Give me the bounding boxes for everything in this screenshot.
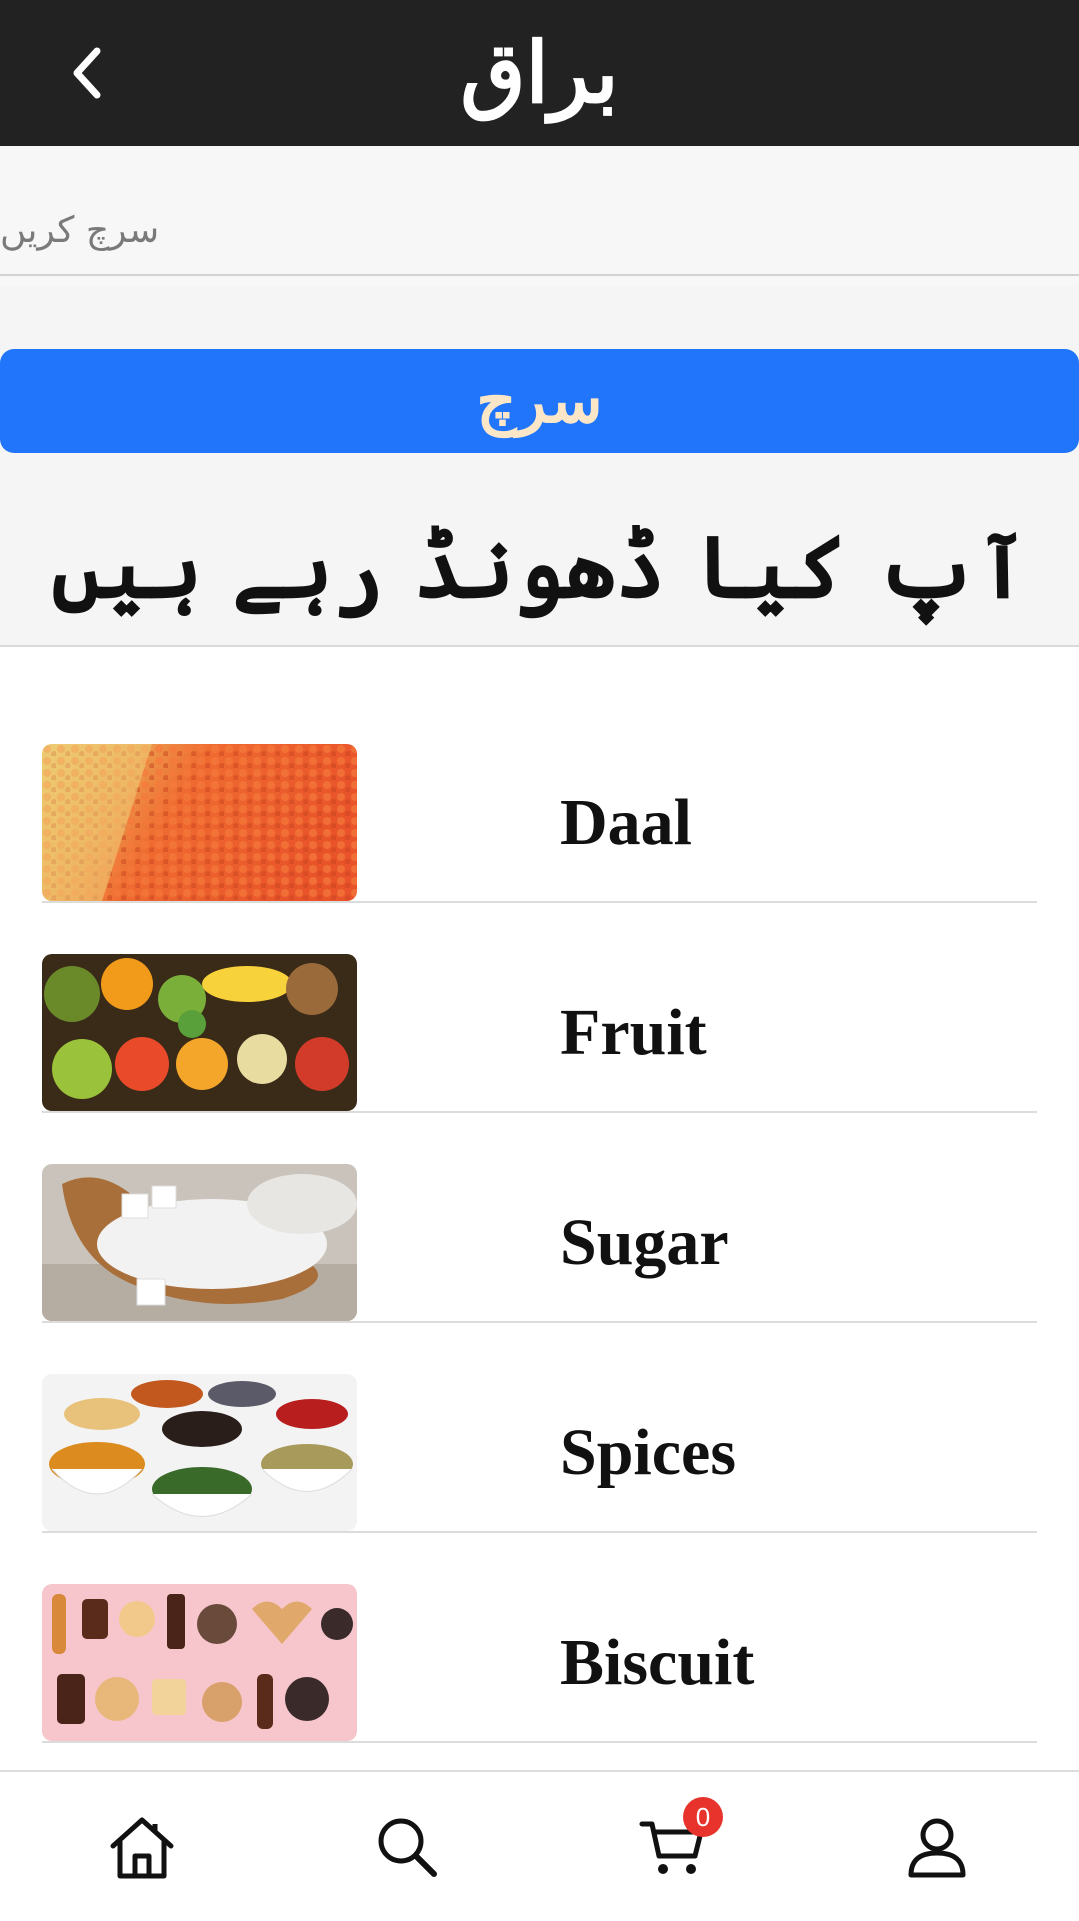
category-label: Sugar xyxy=(560,1206,729,1279)
category-list: Daal Fruit Sugar Spices Biscuit xyxy=(0,645,1079,1772)
tab-search[interactable] xyxy=(347,1772,467,1921)
sugar-image xyxy=(42,1164,357,1321)
spices-image xyxy=(42,1374,357,1531)
list-item-spices[interactable]: Spices xyxy=(42,1374,1037,1533)
fruit-image xyxy=(42,954,357,1111)
category-label: Daal xyxy=(560,786,692,859)
cart-count-badge: 0 xyxy=(683,1797,723,1837)
tab-cart[interactable] xyxy=(612,1772,732,1921)
bottom-tab-bar xyxy=(0,1770,1079,1921)
app-title: براق xyxy=(460,23,619,122)
tab-home[interactable] xyxy=(82,1772,202,1921)
list-item-biscuit[interactable]: Biscuit xyxy=(42,1584,1037,1743)
daal-image xyxy=(42,744,357,901)
page-heading: آپ کیا ڈھونڈ رہے ہیں xyxy=(51,517,1028,618)
app-header: براق xyxy=(0,0,1079,146)
search-button[interactable]: سرچ xyxy=(0,349,1079,453)
search-input[interactable] xyxy=(0,186,1079,276)
category-label: Spices xyxy=(560,1416,737,1489)
tab-profile[interactable] xyxy=(877,1772,997,1921)
search-icon xyxy=(378,1818,437,1877)
category-label: Biscuit xyxy=(560,1626,755,1699)
list-item-daal[interactable]: Daal xyxy=(42,744,1037,903)
home-icon xyxy=(110,1817,174,1878)
category-label: Fruit xyxy=(560,996,707,1069)
biscuit-image xyxy=(42,1584,357,1741)
list-item-fruit[interactable]: Fruit xyxy=(42,954,1037,1113)
list-item-sugar[interactable]: Sugar xyxy=(42,1164,1037,1323)
search-section xyxy=(0,146,1079,286)
user-icon xyxy=(908,1818,966,1877)
